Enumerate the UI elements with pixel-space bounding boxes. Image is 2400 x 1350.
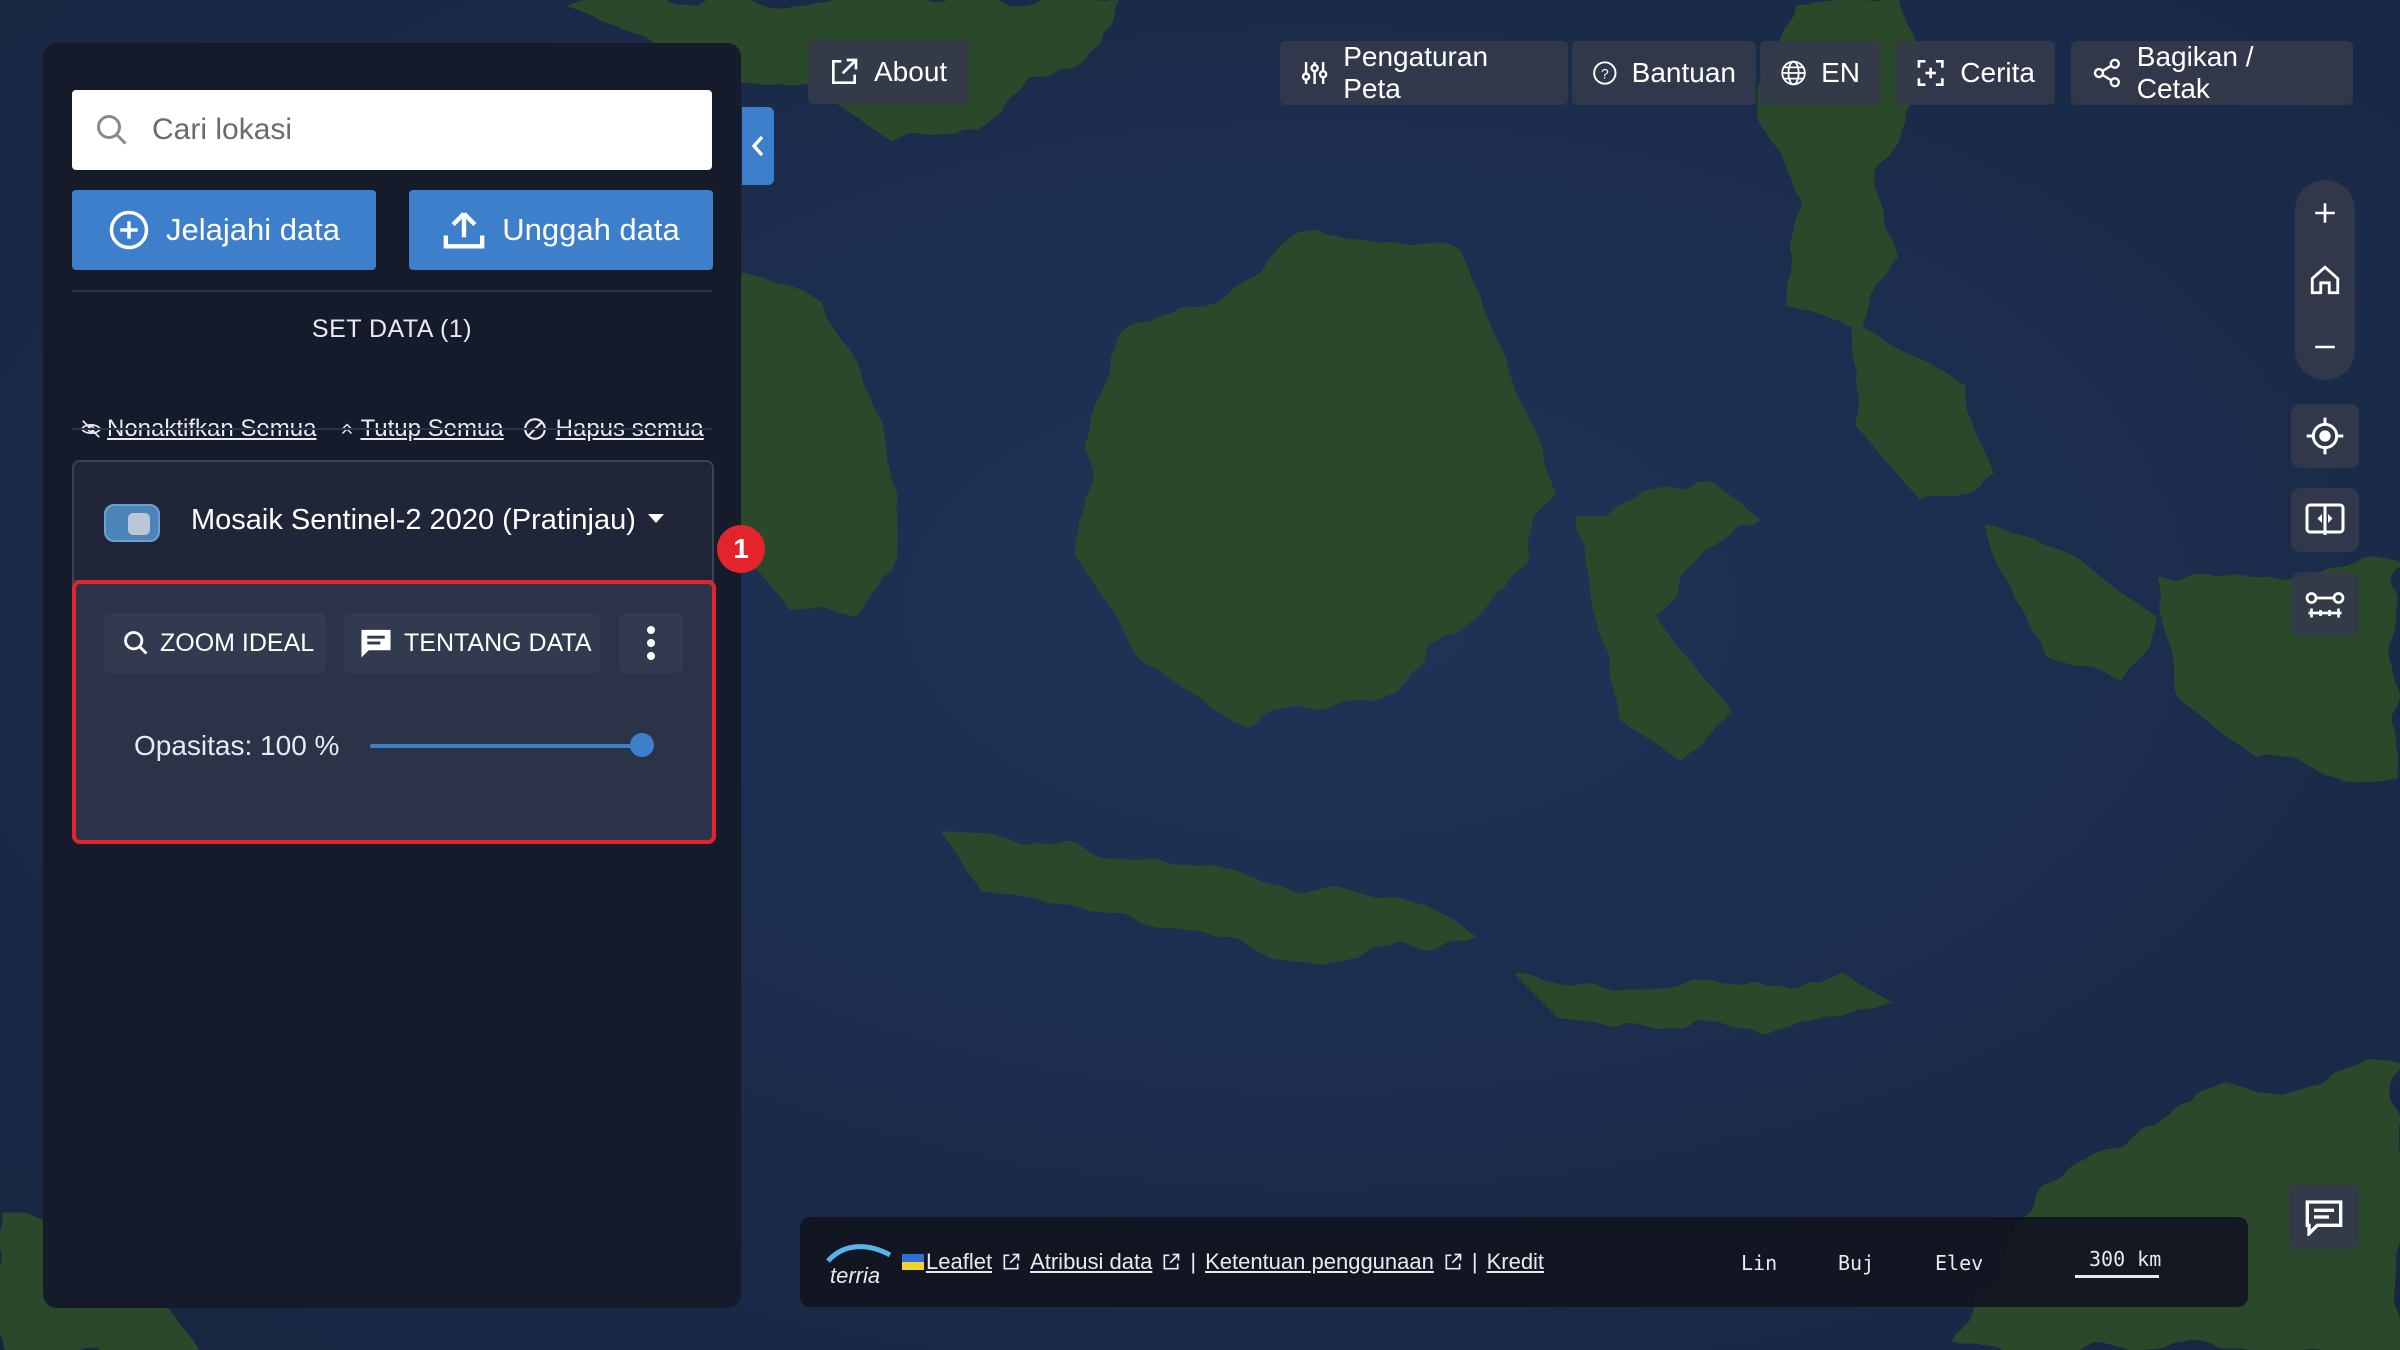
language-button[interactable]: EN [1760, 41, 1880, 105]
terms-of-use-link[interactable]: Ketentuan penggunaan [1205, 1249, 1434, 1275]
story-capture-icon [1917, 59, 1944, 87]
feedback-icon [2305, 1200, 2343, 1236]
workbench-panel: Jelajahi data Unggah data SET DATA (1) N… [43, 43, 741, 1308]
external-link-icon [1003, 1253, 1020, 1270]
collapse-panel-button[interactable] [742, 107, 774, 185]
plus-icon [2315, 203, 2335, 223]
crosshair-icon [2306, 417, 2344, 455]
opacity-label: Opasitas: 100 % [134, 730, 340, 761]
terria-wave-icon [826, 1244, 892, 1263]
dataset-section-title: SET DATA (1) [311, 315, 473, 343]
data-attribution-link[interactable]: Atribusi data [1030, 1249, 1152, 1275]
upload-icon [443, 212, 485, 249]
share-print-label: Bagikan / Cetak [2136, 41, 2254, 104]
story-button[interactable]: Cerita [1895, 41, 2055, 105]
compare-icon [2305, 503, 2345, 535]
search-box[interactable] [72, 90, 712, 170]
divider [72, 428, 712, 430]
longitude-label: Buj [1838, 1251, 1875, 1275]
external-link-icon [1445, 1253, 1462, 1270]
divider [72, 290, 712, 292]
svg-text:?: ? [1601, 65, 1609, 81]
share-print-button[interactable]: Bagikan / Cetak [2071, 41, 2353, 105]
scale-label: 300 km [2089, 1247, 2162, 1271]
story-label: Cerita [1960, 57, 2035, 88]
credits-link[interactable]: Kredit [1487, 1249, 1544, 1275]
home-icon [2310, 265, 2340, 295]
layer-title: Mosaik Sentinel-2 2020 (Pratinjau) [191, 504, 636, 536]
about-data-button[interactable]: TENTANG DATA [344, 613, 600, 673]
upload-data-label: Unggah data [502, 212, 680, 247]
search-input[interactable] [150, 112, 694, 148]
message-icon [361, 629, 391, 658]
more-options-button[interactable] [619, 613, 683, 673]
opacity-slider-thumb[interactable] [630, 733, 654, 757]
ideal-zoom-label: ZOOM IDEAL [160, 628, 315, 657]
add-circle-icon [109, 210, 149, 250]
about-button[interactable]: About [808, 40, 968, 104]
more-vertical-icon [647, 626, 655, 660]
credits-separator: | [1190, 1249, 1197, 1274]
map-settings-label: Pengaturan Peta [1343, 41, 1489, 104]
share-icon [2093, 58, 2120, 88]
leaflet-link[interactable]: Leaflet [926, 1249, 992, 1275]
language-label: EN [1821, 57, 1860, 88]
ruler-icon [2305, 592, 2345, 618]
measure-tool-button[interactable] [2291, 572, 2359, 636]
sliders-icon [1301, 62, 1328, 84]
explore-data-label: Jelajahi data [165, 212, 341, 247]
layer-visibility-toggle[interactable] [104, 504, 160, 542]
zoom-out-button[interactable] [2295, 314, 2355, 380]
explore-data-button[interactable]: Jelajahi data [72, 190, 376, 270]
external-link-icon [832, 58, 858, 84]
my-location-button[interactable] [2291, 404, 2359, 468]
terria-logo-text: terria [830, 1263, 881, 1288]
latitude-label: Lin [1741, 1251, 1778, 1275]
credits-separator: | [1471, 1249, 1478, 1274]
feedback-button[interactable] [2289, 1185, 2359, 1249]
credits: Leaflet Atribusi data | Ketentuan penggu… [902, 1249, 1544, 1275]
reset-view-button[interactable] [2295, 246, 2355, 314]
about-data-label: TENTANG DATA [404, 628, 592, 657]
zoom-in-button[interactable] [2295, 180, 2355, 246]
map-status-bar: terria Leaflet Atribusi data | Ketentuan… [800, 1217, 2248, 1307]
minus-icon [2315, 345, 2335, 349]
chevron-left-icon [751, 135, 764, 157]
zoom-search-icon [124, 631, 148, 655]
elevation-label: Elev [1935, 1251, 1984, 1275]
opacity-slider-track[interactable] [370, 744, 644, 748]
scale-bar [2075, 1275, 2159, 1278]
map-settings-button[interactable]: Pengaturan Peta [1280, 41, 1568, 105]
ideal-zoom-button[interactable]: ZOOM IDEAL [104, 613, 326, 673]
upload-data-button[interactable]: Unggah data [409, 190, 713, 270]
zoom-controls [2295, 180, 2355, 380]
terria-logo[interactable]: terria [824, 1241, 894, 1291]
ukraine-flag-icon [902, 1254, 924, 1270]
workbench-item-header[interactable]: Mosaik Sentinel-2 2020 (Pratinjau) [74, 462, 712, 581]
search-icon [97, 115, 127, 145]
help-button[interactable]: ? Bantuan [1572, 41, 1756, 105]
split-view-button[interactable] [2291, 488, 2359, 552]
toggle-knob [128, 513, 150, 535]
annotation-badge: 1 [717, 525, 765, 573]
caret-down-icon[interactable] [646, 512, 666, 526]
about-label: About [874, 56, 948, 87]
help-icon: ? [1593, 61, 1617, 85]
help-label: Bantuan [1631, 57, 1736, 88]
external-link-icon [1163, 1253, 1180, 1270]
globe-icon [1781, 60, 1806, 86]
